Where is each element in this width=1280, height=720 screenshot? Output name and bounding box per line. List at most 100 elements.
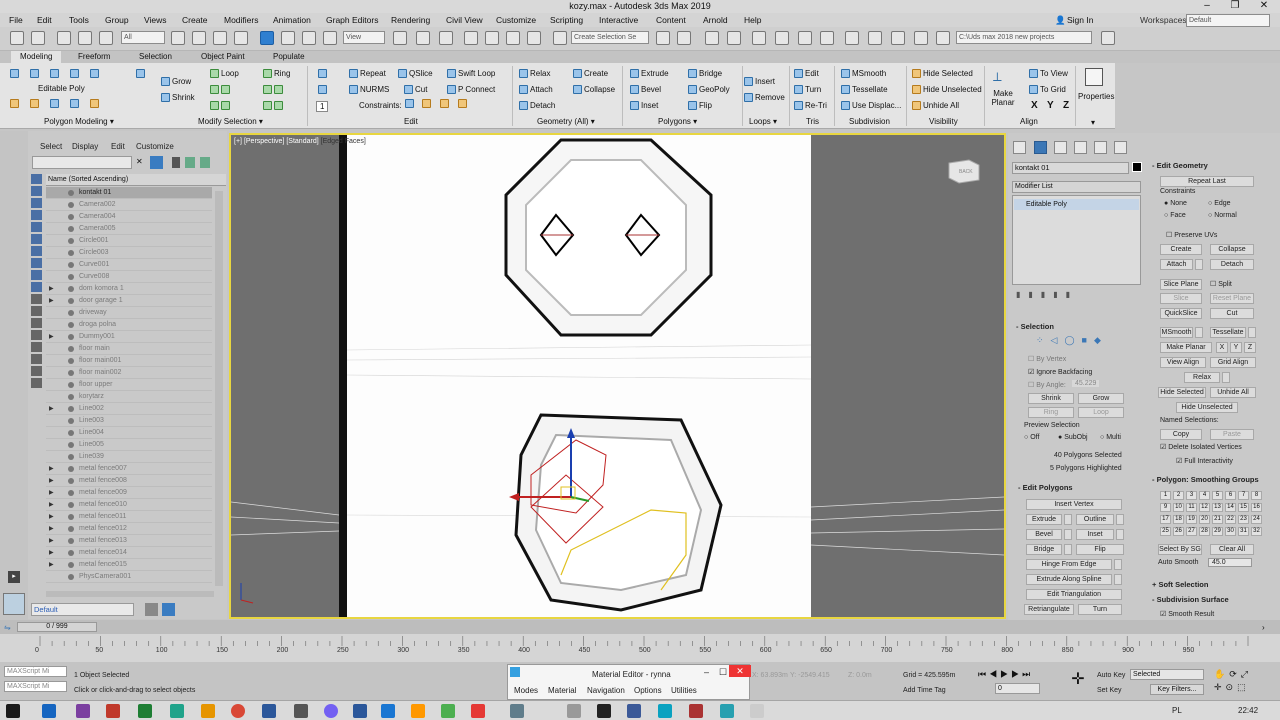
mirror-icon[interactable] bbox=[656, 31, 670, 45]
expand-arrow-icon[interactable]: ▶ bbox=[49, 403, 54, 415]
time-slider-thumb[interactable]: 0 / 999 bbox=[17, 622, 97, 632]
table-row[interactable]: ▶ metal fence013 bbox=[46, 535, 212, 547]
material-editor-icon[interactable] bbox=[820, 31, 834, 45]
msmooth-settings-icon[interactable] bbox=[1195, 327, 1203, 338]
render-production-icon[interactable] bbox=[891, 31, 905, 45]
smoothing-group-button[interactable]: 26 bbox=[1173, 527, 1184, 536]
outlook-icon[interactable] bbox=[42, 704, 56, 718]
layer-stack-icon[interactable] bbox=[145, 603, 158, 616]
constraint-normal-icon[interactable] bbox=[458, 99, 469, 109]
table-row[interactable]: ▶ metal fence010 bbox=[46, 499, 212, 511]
properties-button[interactable]: Properties bbox=[1078, 92, 1114, 101]
flip-button[interactable]: Flip bbox=[688, 101, 712, 111]
track-bar[interactable]: 0 50 100 150 200 250 300 350 400 450 500 550 600 650 7… bbox=[0, 634, 1280, 662]
spinner-snap-icon[interactable] bbox=[527, 31, 541, 45]
tab-populate[interactable]: Populate bbox=[273, 52, 305, 61]
table-row[interactable]: Line039 bbox=[46, 451, 212, 463]
smoothing-group-button[interactable]: 10 bbox=[1173, 503, 1184, 512]
rectangle-selection-icon[interactable] bbox=[213, 31, 227, 45]
toggle-ribbon-icon[interactable] bbox=[752, 31, 766, 45]
repeat-button[interactable]: Repeat bbox=[349, 69, 386, 79]
bridge-button[interactable]: Bridge bbox=[688, 69, 722, 79]
smoothing-group-button[interactable]: 23 bbox=[1238, 515, 1249, 524]
preview-subobj-radio[interactable]: ● SubObj bbox=[1058, 434, 1088, 441]
smoothing-group-button[interactable]: 31 bbox=[1238, 527, 1249, 536]
relax-button-cmd[interactable]: Relax bbox=[1184, 372, 1220, 383]
planar-z-button[interactable]: Z bbox=[1244, 342, 1256, 353]
by-angle-checkbox[interactable]: ☐ By Angle: bbox=[1028, 381, 1066, 389]
attach-list-icon[interactable] bbox=[1195, 259, 1203, 270]
stack-editable-poly[interactable]: Editable Poly bbox=[1014, 199, 1139, 210]
display-lights-icon[interactable] bbox=[31, 198, 42, 208]
table-row[interactable]: ▶ dom komora 1 bbox=[46, 283, 212, 295]
material-menu-modes[interactable]: Modes bbox=[514, 686, 538, 695]
hide-selected-button[interactable]: Hide Selected bbox=[912, 69, 973, 79]
render-cloud-icon[interactable] bbox=[936, 31, 950, 45]
utilities-tab-icon[interactable] bbox=[1114, 141, 1127, 154]
bridge-button-cmd[interactable]: Bridge bbox=[1026, 544, 1062, 555]
smoothing-group-button[interactable]: 22 bbox=[1225, 515, 1236, 524]
smoothing-group-button[interactable]: 30 bbox=[1225, 527, 1236, 536]
preview-off-radio[interactable]: ○ Off bbox=[1024, 434, 1039, 441]
select-object-icon[interactable] bbox=[171, 31, 185, 45]
rendered-frame-window-icon[interactable] bbox=[868, 31, 882, 45]
menu-animation[interactable]: Animation bbox=[273, 15, 311, 25]
make-planar-button-cmd[interactable]: Make Planar bbox=[1160, 342, 1212, 353]
table-row[interactable]: ▶ Dummy001 bbox=[46, 331, 212, 343]
repeat-last-button[interactable]: Repeat Last bbox=[1160, 176, 1254, 187]
smoothing-group-button[interactable]: 24 bbox=[1251, 515, 1262, 524]
polygon-tool5-icon[interactable] bbox=[90, 99, 101, 109]
material-menu-utilities[interactable]: Utilities bbox=[671, 686, 697, 695]
shrink-button-cmd[interactable]: Shrink bbox=[1028, 393, 1074, 404]
minimize-icon[interactable]: – bbox=[1193, 0, 1221, 13]
angle-spinner[interactable]: 45.229 bbox=[1072, 380, 1100, 387]
maxscript-mini-listener[interactable]: MAXScript Mi bbox=[4, 681, 67, 692]
retriangulate-button[interactable]: Retriangulate bbox=[1024, 604, 1074, 615]
preview-multi-radio[interactable]: ○ Multi bbox=[1100, 434, 1121, 441]
create-button-cmd[interactable]: Create bbox=[1160, 244, 1202, 255]
table-row[interactable]: Camera004 bbox=[46, 211, 212, 223]
render-iterative-icon[interactable] bbox=[914, 31, 928, 45]
chrome-icon[interactable] bbox=[231, 704, 245, 718]
display-hidden-icon[interactable] bbox=[31, 306, 42, 316]
polygon-tool4-icon[interactable] bbox=[70, 99, 81, 109]
table-row[interactable]: Line004 bbox=[46, 427, 212, 439]
collapse-button[interactable]: Collapse bbox=[573, 85, 615, 95]
turn-button-cmd[interactable]: Turn bbox=[1078, 604, 1122, 615]
snaps-toggle-icon[interactable] bbox=[464, 31, 478, 45]
explorer-menu-customize[interactable]: Customize bbox=[136, 142, 174, 151]
smoothing-group-button[interactable]: 19 bbox=[1186, 515, 1197, 524]
smooth-result-checkbox[interactable]: ☑ Smooth Result bbox=[1160, 610, 1214, 618]
loop-button[interactable]: Loop bbox=[210, 69, 239, 79]
viber-icon[interactable] bbox=[324, 704, 338, 718]
smoothing-group-button[interactable]: 14 bbox=[1225, 503, 1236, 512]
viewport-menu-display[interactable]: [Edged Faces] bbox=[321, 138, 366, 145]
delete-isolated-checkbox[interactable]: ☑ Delete Isolated Vertices bbox=[1160, 443, 1242, 451]
scene-explorer-icon[interactable] bbox=[705, 31, 719, 45]
app12-icon[interactable] bbox=[381, 704, 395, 718]
viewport-menu-plus[interactable]: [+] bbox=[234, 138, 242, 145]
paste-selection-button[interactable]: Paste bbox=[1210, 429, 1254, 440]
menu-tools[interactable]: Tools bbox=[69, 15, 89, 25]
expand-arrow-icon[interactable]: ▶ bbox=[49, 523, 54, 535]
extrude-spline-settings-icon[interactable] bbox=[1114, 574, 1122, 585]
expand-arrow-icon[interactable]: ▶ bbox=[49, 511, 54, 523]
app15-icon[interactable] bbox=[471, 704, 485, 718]
onenote-icon[interactable] bbox=[76, 704, 90, 718]
cut-button[interactable]: Cut bbox=[404, 85, 427, 95]
bevel-button-cmd[interactable]: Bevel bbox=[1026, 529, 1062, 540]
use-displacement-button[interactable]: Use Displac... bbox=[841, 101, 901, 111]
expand-arrow-icon[interactable]: ▶ bbox=[49, 331, 54, 343]
app21-icon[interactable] bbox=[689, 704, 703, 718]
tab-object-paint[interactable]: Object Paint bbox=[201, 52, 245, 61]
smoothing-group-button[interactable]: 20 bbox=[1199, 515, 1210, 524]
placement-icon[interactable] bbox=[323, 31, 337, 45]
viewport-navigation-controls[interactable]: ✋⟳⤢ ✛⊙⬚ bbox=[1214, 668, 1274, 696]
bridge-settings-icon[interactable] bbox=[1064, 544, 1072, 555]
modifier-list-dropdown[interactable]: Modifier List bbox=[1012, 181, 1141, 193]
smoothing-group-button[interactable]: 32 bbox=[1251, 527, 1262, 536]
vertex-mode-icon[interactable] bbox=[10, 69, 21, 79]
time-config-icon[interactable]: ⇋ bbox=[4, 623, 11, 632]
maximize-icon[interactable]: ❐ bbox=[1221, 0, 1249, 13]
table-row[interactable]: ▶ Line002 bbox=[46, 403, 212, 415]
